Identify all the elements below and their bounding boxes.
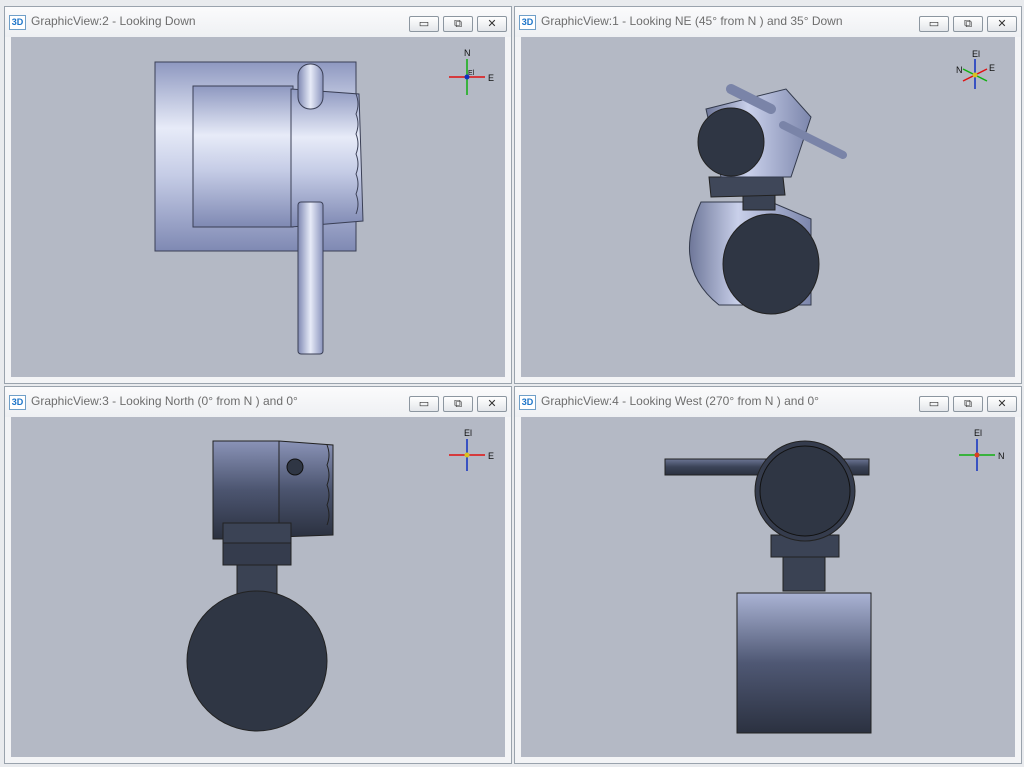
3d-view-icon: 3D (519, 15, 536, 30)
3d-view-icon: 3D (9, 395, 26, 410)
graphic-view-2-window: 3D GraphicView:2 - Looking Down ▭ ⧉ ✕ N … (4, 6, 512, 384)
axis-label-up: El (972, 49, 980, 59)
restore-button[interactable]: ⧉ (443, 16, 473, 32)
view-title: GraphicView:2 - Looking Down (31, 14, 196, 28)
axis-label-up: N (464, 48, 471, 58)
close-button[interactable]: ✕ (987, 16, 1017, 32)
minimize-button[interactable]: ▭ (919, 16, 949, 32)
title-bar[interactable]: 3D GraphicView:1 - Looking NE (45° from … (515, 7, 1021, 37)
title-bar[interactable]: 3D GraphicView:3 - Looking North (0° fro… (5, 387, 511, 417)
orientation-triad: El E (449, 428, 494, 471)
axis-label-right: E (488, 451, 494, 461)
view-title: GraphicView:3 - Looking North (0° from N… (31, 394, 298, 408)
close-button[interactable]: ✕ (477, 16, 507, 32)
graphic-view-1-window: 3D GraphicView:1 - Looking NE (45° from … (514, 6, 1022, 384)
view-title: GraphicView:1 - Looking NE (45° from N )… (541, 14, 843, 28)
minimize-button[interactable]: ▭ (919, 396, 949, 412)
3d-viewport[interactable]: El E (11, 417, 505, 757)
restore-button[interactable]: ⧉ (953, 396, 983, 412)
axis-label-up: El (464, 428, 472, 438)
3d-viewport[interactable]: El N (521, 417, 1015, 757)
axis-label-right: E (989, 63, 995, 73)
axis-label-right: E (488, 73, 494, 83)
model-render: El E (186, 428, 494, 732)
axis-label-up: El (974, 428, 982, 438)
axis-label-center: El (468, 70, 475, 77)
graphic-view-4-window: 3D GraphicView:4 - Looking West (270° fr… (514, 386, 1022, 764)
3d-viewport[interactable]: N E El (11, 37, 505, 377)
3d-view-icon: 3D (519, 395, 536, 410)
orientation-triad: N E El (449, 48, 494, 95)
model-render: N E El (154, 48, 494, 355)
axis-label-left: N (956, 65, 963, 75)
restore-button[interactable]: ⧉ (443, 396, 473, 412)
close-button[interactable]: ✕ (987, 396, 1017, 412)
title-bar[interactable]: 3D GraphicView:2 - Looking Down ▭ ⧉ ✕ (5, 7, 511, 37)
orientation-triad: El N (959, 428, 1005, 471)
title-bar[interactable]: 3D GraphicView:4 - Looking West (270° fr… (515, 387, 1021, 417)
3d-viewport[interactable]: El N E (521, 37, 1015, 377)
minimize-button[interactable]: ▭ (409, 396, 439, 412)
graphic-view-3-window: 3D GraphicView:3 - Looking North (0° fro… (4, 386, 512, 764)
restore-button[interactable]: ⧉ (953, 16, 983, 32)
axis-label-right: N (998, 451, 1005, 461)
close-button[interactable]: ✕ (477, 396, 507, 412)
model-render: El N (664, 428, 1005, 734)
orientation-triad: El N E (956, 49, 995, 89)
minimize-button[interactable]: ▭ (409, 16, 439, 32)
view-title: GraphicView:4 - Looking West (270° from … (541, 394, 819, 408)
model-render: El N E (689, 49, 995, 315)
3d-view-icon: 3D (9, 15, 26, 30)
